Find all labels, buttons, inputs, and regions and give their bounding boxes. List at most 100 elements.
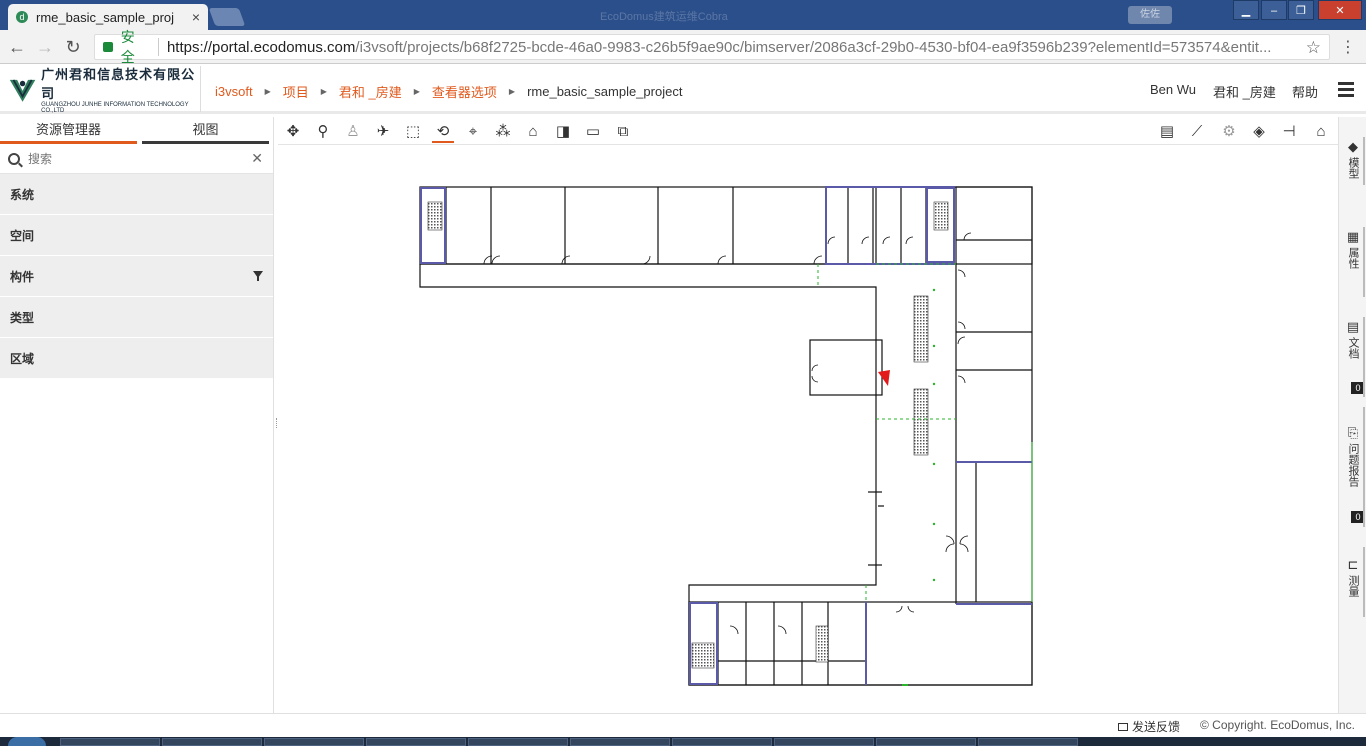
tree-item-systems[interactable]: 系统 <box>0 174 273 215</box>
tab-favicon-icon: d <box>16 11 28 23</box>
sidebar-item-measure[interactable]: ⊏ 测量 <box>1339 557 1366 597</box>
profile-badge[interactable]: 佐佐 <box>1128 6 1172 24</box>
breadcrumb: i3vsoft ▶ 项目 ▶ 君和 _房建 ▶ 查看器选项 ▶ rme_basi… <box>215 82 682 101</box>
hamburger-menu-icon[interactable] <box>1338 82 1354 97</box>
filter-icon[interactable] <box>253 271 263 281</box>
forward-icon[interactable]: → <box>34 36 56 58</box>
company-logo[interactable]: 广州君和信息技术有限公司 GUANGZHOU JUNHE INFORMATION… <box>8 68 198 114</box>
chevron-right-icon: ▶ <box>320 87 327 96</box>
taskbar-button[interactable] <box>978 738 1078 746</box>
explode-icon[interactable]: ⁂ <box>492 121 514 143</box>
section-box-icon[interactable]: ⬚ <box>402 121 424 143</box>
breadcrumb-project[interactable]: 君和 _房建 <box>339 82 402 101</box>
taskbar-button[interactable] <box>60 738 160 746</box>
tree-item-types[interactable]: 类型 <box>0 297 273 338</box>
window-title: EcoDomus建筑运维Cobra <box>600 11 728 23</box>
start-button[interactable] <box>8 737 46 746</box>
taskbar-button[interactable] <box>366 738 466 746</box>
browser-tab[interactable]: d rme_basic_sample_proj × <box>8 4 208 30</box>
url-host: https://portal.ecodomus.com <box>166 38 356 56</box>
logo-en: GUANGZHOU JUNHE INFORMATION TECHNOLOGY C… <box>41 102 189 114</box>
tree-item-spaces[interactable]: 空间 <box>0 215 273 256</box>
move-icon[interactable]: ✥ <box>282 121 304 143</box>
split-icon[interactable]: ⊣ <box>1278 121 1300 143</box>
sidebar-item-model[interactable]: ◆ 模型 <box>1339 139 1366 179</box>
close-window-button[interactable]: ✕ <box>1318 0 1362 20</box>
measure-icon[interactable]: ▭ <box>582 121 604 143</box>
user-name[interactable]: Ben Wu <box>1150 82 1196 97</box>
address-bar-row: ← → ↻ 安全 https://portal.ecodomus.com /i3… <box>0 29 1366 65</box>
sidebar-item-issues[interactable]: ⎘ 问题报告 <box>1339 425 1366 487</box>
help-link[interactable]: 帮助 <box>1292 82 1318 101</box>
settings-icon[interactable]: ⚙ <box>1218 121 1240 143</box>
model-viewer[interactable] <box>278 146 1338 713</box>
measure-tool-icon: ⊏ <box>1347 557 1359 572</box>
sidebar-item-properties[interactable]: ▦ 属性 <box>1339 229 1366 269</box>
browser-menu-icon[interactable]: ⋮ <box>1340 37 1356 57</box>
tab-title: rme_basic_sample_proj <box>36 9 175 25</box>
feedback-icon <box>1118 722 1128 731</box>
bookmark-star-icon[interactable]: ☆ <box>1306 38 1321 58</box>
fly-icon[interactable]: ✈ <box>372 121 394 143</box>
back-icon[interactable]: ← <box>6 36 28 58</box>
feedback-link[interactable]: 发送反馈 <box>1118 718 1180 735</box>
search-bar: ✕ <box>0 144 273 174</box>
document-icon: ▤ <box>1346 319 1360 334</box>
taskbar-button[interactable] <box>162 738 262 746</box>
walk-icon[interactable]: ⚲ <box>312 121 334 143</box>
model-cube-icon: ◆ <box>1348 139 1358 154</box>
taskbar-button[interactable] <box>468 738 568 746</box>
sidebar-item-documents[interactable]: ▤ 文档 <box>1339 319 1366 359</box>
secure-label: 安全 <box>120 29 135 65</box>
clear-search-icon[interactable]: ✕ <box>251 150 263 167</box>
minimize-button[interactable]: ▁ <box>1233 0 1259 20</box>
grid-icon: ▦ <box>1346 229 1360 244</box>
restore-button[interactable]: ‒ <box>1261 0 1287 20</box>
breadcrumb-viewer-options[interactable]: 查看器选项 <box>432 82 497 101</box>
current-project[interactable]: 君和 _房建 <box>1213 82 1276 101</box>
viewer-toolbar: ✥ ⚲ ♙ ✈ ⬚ ⟲ ⌖ ⁂ ⌂ ◨ ▭ ⧉ ▤ ⟋ ⚙ ◈ ⊣ ⌂ <box>278 117 1338 145</box>
tree-item-components[interactable]: 构件 <box>0 256 273 297</box>
chevron-right-icon: ▶ <box>264 87 271 96</box>
floor-plan[interactable] <box>278 146 1338 713</box>
taskbar-button[interactable] <box>570 738 670 746</box>
tree-item-zones[interactable]: 区域 <box>0 338 273 379</box>
chart-icon[interactable]: ⟋ <box>1186 121 1208 143</box>
add-view-icon[interactable]: ◨ <box>552 121 574 143</box>
maximize-button[interactable]: ❐ <box>1288 0 1314 20</box>
focus-icon[interactable]: ⌖ <box>462 121 484 143</box>
clip-icon[interactable]: ⧉ <box>612 121 634 143</box>
logo-mark-icon <box>9 79 36 102</box>
taskbar-button[interactable] <box>264 738 364 746</box>
tab-explorer[interactable]: 资源管理器 <box>0 117 137 144</box>
browser-titlebar: d rme_basic_sample_proj × EcoDomus建筑运维Co… <box>0 0 1366 30</box>
footer: 发送反馈 © Copyright. EcoDomus, Inc. <box>0 713 1366 737</box>
search-icon <box>8 152 20 165</box>
left-panel: 资源管理器 视图 ✕ 系统 空间 构件 类型 区域 <box>0 117 274 713</box>
properties-icon[interactable]: ▤ <box>1156 121 1178 143</box>
taskbar-button[interactable] <box>774 738 874 746</box>
orbit-icon[interactable]: ⟲ <box>432 121 454 143</box>
camera-marker[interactable] <box>878 370 890 386</box>
url-field[interactable]: 安全 https://portal.ecodomus.com /i3vsoft/… <box>94 29 1330 65</box>
app-header: 广州君和信息技术有限公司 GUANGZHOU JUNHE INFORMATION… <box>0 64 1366 114</box>
home-icon[interactable]: ⌂ <box>522 121 544 143</box>
taskbar-button[interactable] <box>672 738 772 746</box>
search-input[interactable] <box>28 151 228 166</box>
taskbar-button[interactable] <box>876 738 976 746</box>
breadcrumb-projects[interactable]: 项目 <box>283 82 309 101</box>
right-sidebar: ◆ 模型 ▦ 属性 ▤ 文档 0 ⎘ 问题报告 0 ⊏ 测量 <box>1338 117 1366 713</box>
person-icon[interactable]: ♙ <box>342 121 364 143</box>
issue-report-icon: ⎘ <box>1347 425 1359 440</box>
os-taskbar <box>0 737 1366 746</box>
new-tab-button[interactable] <box>208 8 246 26</box>
tab-view[interactable]: 视图 <box>142 117 269 144</box>
reload-icon[interactable]: ↻ <box>62 36 84 58</box>
tab-close-icon[interactable]: × <box>192 9 200 25</box>
logo-cn: 广州君和信息技术有限公司 <box>41 68 196 102</box>
breadcrumb-i3vsoft[interactable]: i3vsoft <box>215 84 253 99</box>
breadcrumb-current: rme_basic_sample_project <box>527 84 683 99</box>
fullscreen-icon[interactable]: ⌂ <box>1310 121 1332 143</box>
layers-icon[interactable]: ◈ <box>1248 121 1270 143</box>
chevron-right-icon: ▶ <box>413 87 420 96</box>
